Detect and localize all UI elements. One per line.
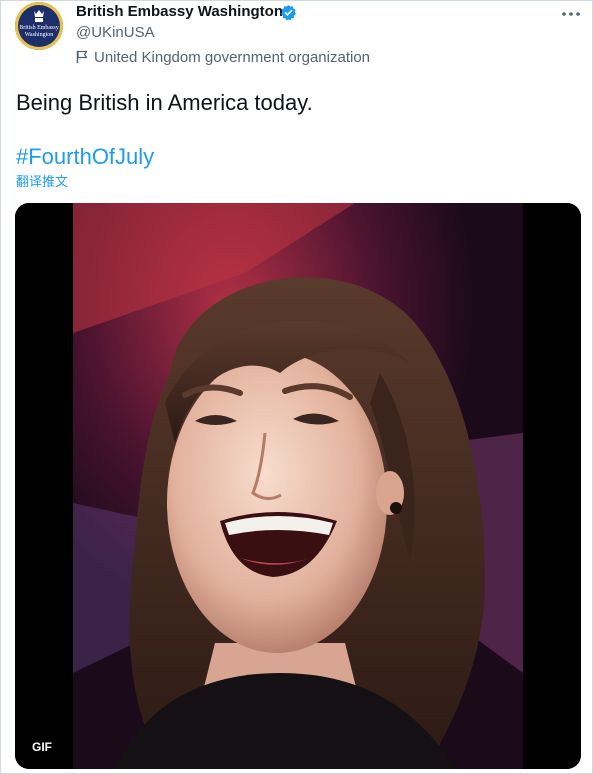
gif-badge: GIF [27,737,57,757]
flag-icon [76,50,88,63]
more-options-icon[interactable] [561,4,581,24]
display-name[interactable]: British Embassy Washington [76,3,283,21]
gif-media[interactable]: GIF [15,203,581,769]
verified-badge-icon [281,5,296,21]
translate-tweet-link[interactable]: 翻译推文 [16,174,68,190]
government-label[interactable]: United Kingdom government organization [76,48,370,66]
royal-crest-icon [34,10,44,22]
avatar-text-line2: Washington [24,32,54,38]
avatar-text-line1: British Embassy [19,25,59,31]
gif-still-woman-laughing [15,203,581,769]
label-text: United Kingdom government organization [94,48,370,66]
tweet-card: British Embassy Washington British Embas… [0,0,593,774]
tweet-text: Being British in America today. [16,90,313,115]
account-handle[interactable]: @UKinUSA [76,24,155,42]
avatar[interactable]: British Embassy Washington [15,2,63,50]
hashtag-link[interactable]: #FourthOfJuly [16,144,154,170]
